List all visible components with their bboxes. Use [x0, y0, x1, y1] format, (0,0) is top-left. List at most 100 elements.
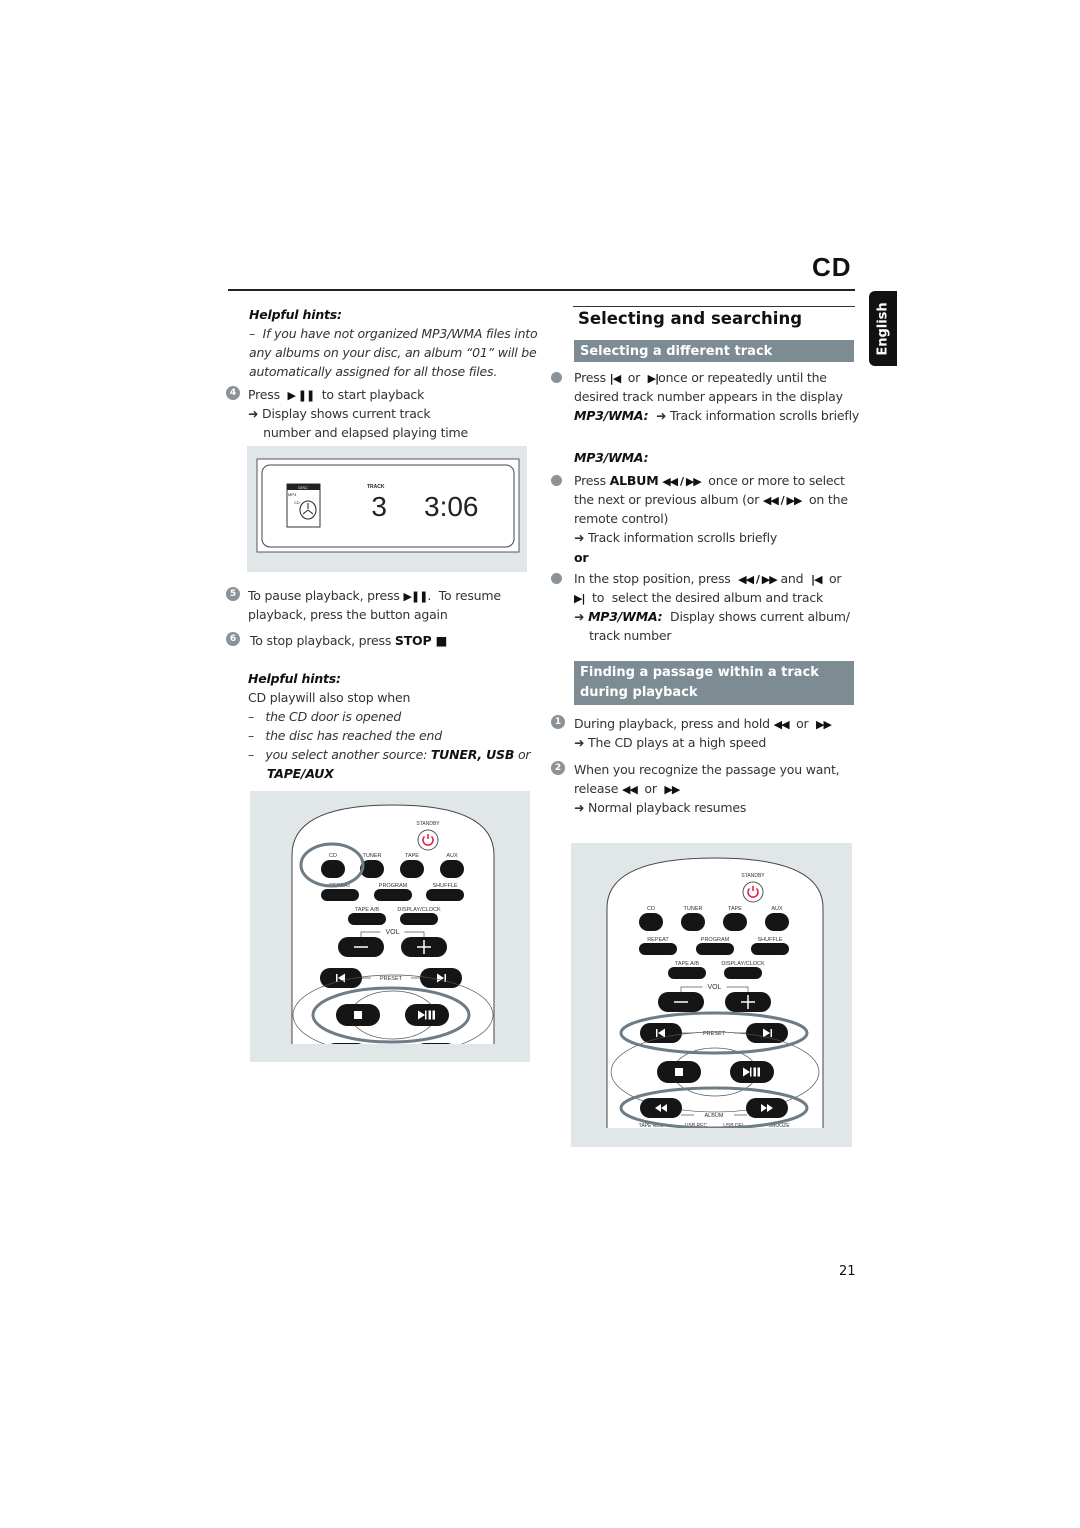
button-symbol: ▶❚❚: [403, 590, 428, 603]
hints-title: Helpful hints:: [249, 307, 342, 322]
function-button: [668, 967, 706, 979]
text-line: desired track number appears in the disp…: [574, 387, 859, 406]
text-segment: When you recognize the passage you want,: [574, 762, 840, 777]
button-label: AUX: [446, 853, 458, 859]
section-title: Selecting and searching: [573, 306, 855, 328]
function-button: [400, 913, 438, 925]
or-label: or: [574, 550, 589, 565]
function-button: [751, 943, 789, 955]
text-line: During playback, press and hold ◀◀ or ▶▶: [574, 714, 832, 733]
text-segment: release: [574, 781, 622, 796]
text-segment: Press: [248, 387, 288, 402]
text-line: playback, press the button again: [248, 605, 501, 624]
button-symbol: ◀◀ / ▶▶: [662, 475, 702, 488]
page-number: 21: [839, 1264, 856, 1279]
text-segment: once or more to select: [700, 473, 845, 488]
text-segment: ➜ Track information scrolls briefly: [648, 408, 860, 423]
button-symbol: ▶|: [574, 592, 586, 605]
button-label: CD: [647, 906, 655, 912]
button-label: TAPE: [728, 906, 742, 912]
text-segment: remote control): [574, 511, 669, 526]
step-1-text: During playback, press and hold ◀◀ or ▶▶…: [574, 714, 832, 752]
remote-control-illustration: STANDBYCD TUNER TAPE AUXREPEAT PROGRAM SHUFFL…: [571, 857, 871, 1168]
function-button: [696, 943, 734, 955]
hints-body: – If you have not organized MP3/WMA file…: [249, 324, 538, 381]
text-segment: or: [788, 716, 817, 731]
text-segment: or: [620, 370, 648, 385]
button-label: TAPE A/B: [355, 907, 379, 913]
button-label: TAPE: [405, 853, 419, 859]
helpful-hints-1: Helpful hints: – If you have not organiz…: [249, 305, 538, 381]
mp3-wma-heading: MP3/WMA:: [574, 450, 649, 465]
button-label: SHUFFLE: [757, 937, 782, 943]
remote-body: [291, 804, 495, 1044]
subsection-bar: Selecting a different track: [574, 340, 854, 362]
text-segment: ➜: [574, 609, 589, 624]
bullet: [551, 475, 562, 486]
lcd-display-illustration: DISC MP3 CD TRACK 3 3:06: [256, 458, 520, 553]
bullet-1-text: Press |◀ or ▶|once or repeatedly until t…: [574, 368, 859, 425]
header-rule: [228, 289, 855, 291]
text-segment: ➜ Normal playback resumes: [574, 800, 747, 815]
button-symbol: ▶▶: [664, 783, 680, 796]
button-label: PRESET: [380, 976, 403, 982]
elapsed-time: 3:06: [424, 491, 479, 522]
text-segment: CD playwill also stop when: [248, 690, 411, 705]
function-button: [724, 967, 762, 979]
text-line: Press ALBUM ◀◀ / ▶▶ once or more to sele…: [574, 471, 848, 490]
text-segment: number and elapsed playing time: [248, 425, 469, 440]
bullet-3-text: In the stop position, press ◀◀ / ▶▶ and …: [574, 569, 850, 645]
step-number-6: 6: [226, 632, 240, 646]
bullet: [551, 372, 562, 383]
text-segment: on the: [801, 492, 848, 507]
button-symbol: ◀◀ / ▶▶: [762, 494, 803, 507]
function-button: [374, 889, 412, 901]
step-5-text: To pause playback, press ▶❚❚. To resume p…: [248, 586, 501, 624]
function-button: [321, 889, 359, 901]
text-segment: – you select another source:: [248, 747, 431, 762]
remote-control-illustration: STANDBYCD TUNER TAPE AUXREPEAT PROGRAM SHUFFL…: [250, 804, 550, 1084]
text-segment: To pause playback, press: [248, 588, 404, 603]
button-label: ALBUM: [705, 1113, 724, 1119]
text-segment: – the CD door is opened: [248, 709, 402, 724]
text-segment: and: [776, 571, 811, 586]
track-number: 3: [371, 491, 387, 522]
button-label: DISPLAY/CLOCK: [721, 961, 765, 967]
source-button: [321, 860, 345, 878]
svg-text:MP3: MP3: [288, 492, 297, 497]
text-line: To pause playback, press ▶❚❚. To resume: [248, 586, 501, 605]
text-segment: or: [636, 781, 665, 796]
text-segment: or: [821, 571, 842, 586]
text-segment: [248, 766, 267, 781]
source-button: [639, 913, 663, 931]
button-label: VOL: [385, 929, 399, 936]
button-symbol: ◀◀: [773, 718, 790, 731]
play-pause-button: [405, 1004, 449, 1026]
disc-icon: DISC MP3 CD: [286, 483, 321, 528]
figure-mask: [250, 1044, 550, 1084]
text-line: remote control): [574, 509, 848, 528]
remote-figure-1: STANDBY CD TUNER TAPE AUX REPEAT PROGRAM SHUFFL…: [250, 791, 550, 1084]
button-label: VOL: [707, 984, 721, 991]
text-segment: Press: [574, 473, 610, 488]
text-line: Press ▶ ❚❚ to start playback: [248, 385, 468, 404]
text-segment: During playback, press and hold: [574, 716, 774, 731]
text-segment: ➜ The CD plays at a high speed: [574, 735, 767, 750]
text-line: – If you have not organized MP3/WMA file…: [249, 324, 538, 343]
text-line: – you select another source: TUNER, USB …: [248, 745, 531, 764]
text-segment: the next or previous album (or: [574, 492, 763, 507]
step-number-2: 2: [551, 761, 565, 775]
source-button: [400, 860, 424, 878]
text-line: When you recognize the passage you want,: [574, 760, 840, 779]
display-figure: DISC MP3 CD TRACK 3 3:06: [247, 446, 527, 572]
text-segment: . To resume: [427, 588, 501, 603]
button-label: PROGRAM: [701, 937, 730, 943]
helpful-hints-2: Helpful hints: CD playwill also stop whe…: [248, 669, 531, 783]
button-symbol: ◀◀ / ▶▶: [738, 573, 778, 586]
button-label: STANDBY: [741, 873, 765, 879]
text-segment: Press: [574, 370, 610, 385]
text-segment: playback, press the button again: [248, 607, 448, 622]
text-line: ➜ The CD plays at a high speed: [574, 733, 831, 752]
button-label: TAPE A/B: [675, 961, 699, 967]
hints-title: Helpful hints:: [248, 671, 341, 686]
